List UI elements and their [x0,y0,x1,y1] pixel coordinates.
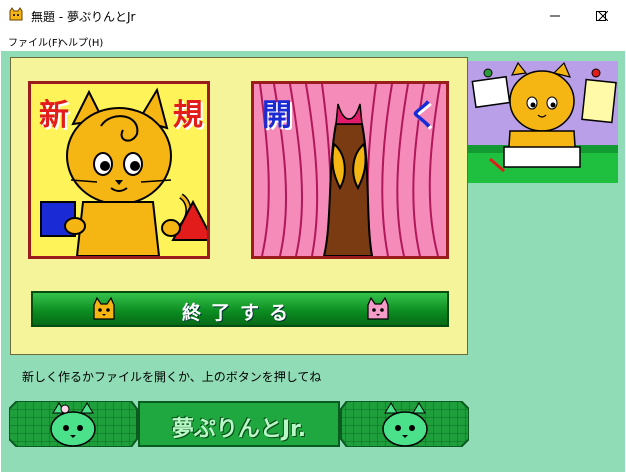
app-cat-icon [9,7,23,21]
status-hint: 新しく作るかファイルを開くか、上のボタンを押してね [22,370,322,384]
mascot-picture [468,61,618,183]
banner-title-box: 夢ぷりんとJr. [138,401,340,447]
open-label-2: く [408,98,438,133]
main-panel: 新 規 開 く 終了する [10,57,468,355]
open-button[interactable]: 開 く [251,81,449,259]
bottom-banner: 夢ぷりんとJr. [9,401,469,447]
open-label-1: 開 [262,98,292,133]
new-label-2: 規 [173,98,203,133]
pink-cat-icon [367,297,389,320]
close-button[interactable] [580,0,626,31]
menu-help[interactable]: ヘルプ(H) [58,34,103,49]
exit-button[interactable]: 終了する [31,291,449,327]
title-bar[interactable]: 無題 - 夢ぷりんとJr [0,0,626,31]
window-title: 無題 - 夢ぷりんとJr [31,10,136,24]
banner-title: 夢ぷりんとJr. [171,417,307,442]
new-label-1: 新 [39,98,69,133]
new-button[interactable]: 新 規 [28,81,210,259]
client-area: 新 規 開 く 終了する 新しく作るかファイルを開くか、上のボタンを押してね 夢… [1,51,625,472]
menu-bar: ファイル(F) ヘルプ(H) [0,31,626,51]
menu-file[interactable]: ファイル(F) [8,34,62,49]
close-icon [598,10,608,21]
app-window: 無題 - 夢ぷりんとJr ファイル(F) ヘルプ(H) 新 規 開 く 終了する… [0,0,626,473]
desk-cat-illustration [468,61,618,183]
